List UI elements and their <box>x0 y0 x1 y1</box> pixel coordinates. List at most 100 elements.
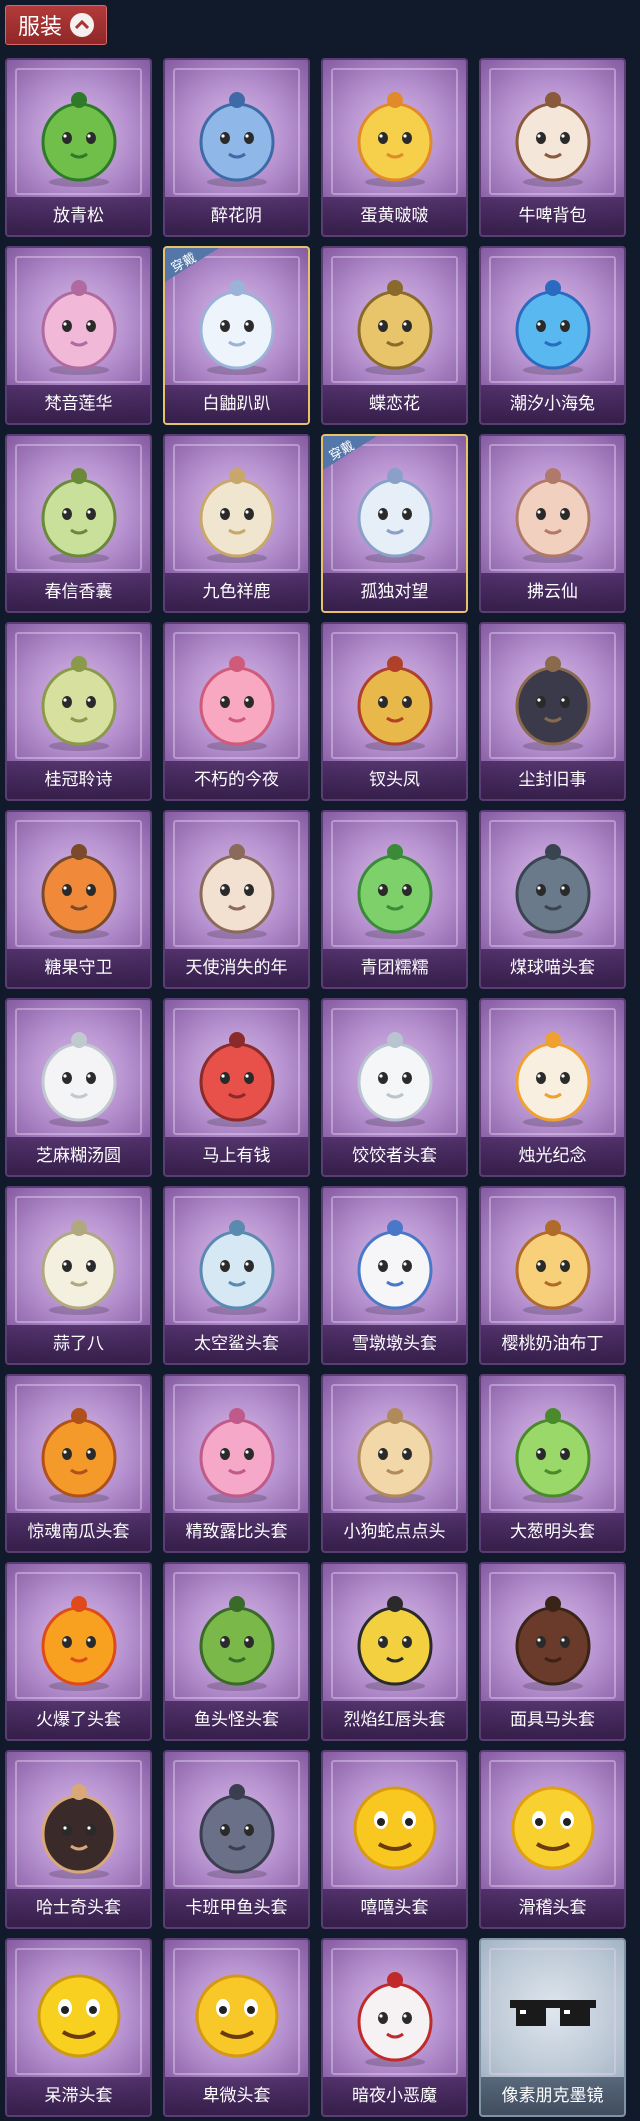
outfit-card-label: 尘封旧事 <box>481 761 624 799</box>
outfit-card[interactable]: 鱼头怪头套 <box>163 1562 310 1741</box>
outfit-card-label: 蒜了八 <box>7 1325 150 1363</box>
dumpling-head-icon <box>347 1020 443 1132</box>
dark-hair-boy-icon <box>505 644 601 756</box>
outfit-card[interactable]: 饺饺者头套 <box>321 998 468 1177</box>
outfit-card-label: 春信香囊 <box>7 573 150 611</box>
egg-chick-icon <box>347 80 443 192</box>
outfit-card[interactable]: 蛋黄啵啵 <box>321 58 468 237</box>
outfit-card[interactable]: 芝麻糊汤圆 <box>5 998 152 1177</box>
outfit-card[interactable]: 糖果守卫 <box>5 810 152 989</box>
outfit-card[interactable]: 青团糯糯 <box>321 810 468 989</box>
outfit-card[interactable]: 拂云仙 <box>479 434 626 613</box>
outfit-card-label: 暗夜小恶魔 <box>323 2077 466 2115</box>
deer-icon <box>189 456 285 568</box>
pudding-icon <box>505 1208 601 1320</box>
outfit-card[interactable]: 天使消失的年 <box>163 810 310 989</box>
little-devil-icon <box>347 1960 443 2072</box>
outfit-card[interactable]: 烛光纪念 <box>479 998 626 1177</box>
outfit-card[interactable]: 小狗蛇点点头 <box>321 1374 468 1553</box>
outfit-card-label: 九色祥鹿 <box>165 573 308 611</box>
gray-cat-head-icon <box>505 832 601 944</box>
outfit-card-label: 白鼬趴趴 <box>165 385 308 423</box>
grin-emoji-icon <box>347 1772 443 1884</box>
outfit-card[interactable]: 尘封旧事 <box>479 622 626 801</box>
pink-pig-glasses-icon <box>189 1396 285 1508</box>
outfit-card[interactable]: 像素朋克墨镜 <box>479 1938 626 2117</box>
snowman-head-icon <box>347 1208 443 1320</box>
cloud-fairy-icon <box>505 456 601 568</box>
pumpkin-scarecrow-icon <box>31 832 127 944</box>
outfit-card-label: 糖果守卫 <box>7 949 150 987</box>
rice-dumpling-icon <box>31 1020 127 1132</box>
outfit-card[interactable]: 樱桃奶油布丁 <box>479 1186 626 1365</box>
outfit-card-label: 哈士奇头套 <box>7 1889 150 1927</box>
outfit-card-label: 不朽的今夜 <box>165 761 308 799</box>
outfit-card-label: 精致露比头套 <box>165 1513 308 1551</box>
outfit-grid: 放青松 醉花阴 蛋黄啵啵 牛啤背包 梵音莲华 穿戴 白鼬趴趴 蝶恋花 潮汐小海兔… <box>5 58 626 2117</box>
outfit-card[interactable]: 哈士奇头套 <box>5 1750 152 1929</box>
outfit-card[interactable]: 火爆了头套 <box>5 1562 152 1741</box>
outfit-card[interactable]: 滑稽头套 <box>479 1750 626 1929</box>
outfit-card[interactable]: 面具马头套 <box>479 1562 626 1741</box>
outfit-card[interactable]: 烈焰红唇头套 <box>321 1562 468 1741</box>
outfit-card-label: 芝麻糊汤圆 <box>7 1137 150 1175</box>
outfit-card[interactable]: 九色祥鹿 <box>163 434 310 613</box>
fire-head-icon <box>31 1584 127 1696</box>
horse-mask-icon <box>505 1584 601 1696</box>
outfit-card[interactable]: 精致露比头套 <box>163 1374 310 1553</box>
outfit-card[interactable]: 雪墩墩头套 <box>321 1186 468 1365</box>
outfit-card-label: 天使消失的年 <box>165 949 308 987</box>
outfit-card-label: 醉花阴 <box>165 197 308 235</box>
outfit-card[interactable]: 放青松 <box>5 58 152 237</box>
outfit-card[interactable]: 大葱明头套 <box>479 1374 626 1553</box>
outfit-card[interactable]: 穿戴 白鼬趴趴 <box>163 246 310 425</box>
outfit-card[interactable]: 暗夜小恶魔 <box>321 1938 468 2117</box>
outfit-card[interactable]: 穿戴 孤独对望 <box>321 434 468 613</box>
outfit-card-label: 钗头凤 <box>323 761 466 799</box>
outfit-card-label: 蝶恋花 <box>323 385 466 423</box>
jack-o-lantern-icon <box>31 1396 127 1508</box>
outfit-card[interactable]: 蝶恋花 <box>321 246 468 425</box>
outfit-card-label: 青团糯糯 <box>323 949 466 987</box>
outfit-card[interactable]: 钗头凤 <box>321 622 468 801</box>
outfit-card[interactable]: 呆滞头套 <box>5 1938 152 2117</box>
green-rice-ball-icon <box>347 832 443 944</box>
outfit-card[interactable]: 醉花阴 <box>163 58 310 237</box>
outfit-card[interactable]: 嘻嘻头套 <box>321 1750 468 1929</box>
outfit-card-label: 桂冠聆诗 <box>7 761 150 799</box>
fish-head-icon <box>189 1584 285 1696</box>
shark-head-icon <box>189 1208 285 1320</box>
outfit-card[interactable]: 煤球喵头套 <box>479 810 626 989</box>
pink-cat-cup-icon <box>189 644 285 756</box>
garlic-icon <box>31 1208 127 1320</box>
candle-icon <box>505 1020 601 1132</box>
outfit-card[interactable]: 牛啤背包 <box>479 58 626 237</box>
outfit-card[interactable]: 春信香囊 <box>5 434 152 613</box>
section-tab-label: 服装 <box>18 15 63 40</box>
outfit-card[interactable]: 马上有钱 <box>163 998 310 1177</box>
butterfly-bell-icon <box>347 268 443 380</box>
outfit-card-label: 马上有钱 <box>165 1137 308 1175</box>
outfit-card[interactable]: 惊魂南瓜头套 <box>5 1374 152 1553</box>
lotus-doll-icon <box>31 268 127 380</box>
outfit-card[interactable]: 潮汐小海兔 <box>479 246 626 425</box>
outfit-card[interactable]: 卑微头套 <box>163 1938 310 2117</box>
outfit-card[interactable]: 卡班甲鱼头套 <box>163 1750 310 1929</box>
outfit-card-label: 樱桃奶油布丁 <box>481 1325 624 1363</box>
section-tab-outfits[interactable]: 服装 <box>5 5 108 45</box>
outfit-card[interactable]: 梵音莲华 <box>5 246 152 425</box>
outfit-card-label: 面具马头套 <box>481 1701 624 1739</box>
outfit-card-label: 蛋黄啵啵 <box>323 197 466 235</box>
outfit-card-label: 惊魂南瓜头套 <box>7 1513 150 1551</box>
outfit-card[interactable]: 太空鲨头套 <box>163 1186 310 1365</box>
outfit-card[interactable]: 蒜了八 <box>5 1186 152 1365</box>
snake-icon <box>347 1396 443 1508</box>
cow-barrel-icon <box>505 80 601 192</box>
outfit-card-label: 牛啤背包 <box>481 197 624 235</box>
outfit-card-label: 雪墩墩头套 <box>323 1325 466 1363</box>
outfit-card-label: 梵音莲华 <box>7 385 150 423</box>
outfit-card[interactable]: 不朽的今夜 <box>163 622 310 801</box>
outfit-card-label: 嘻嘻头套 <box>323 1889 466 1927</box>
flower-dreamcatcher-icon <box>189 80 285 192</box>
outfit-card[interactable]: 桂冠聆诗 <box>5 622 152 801</box>
